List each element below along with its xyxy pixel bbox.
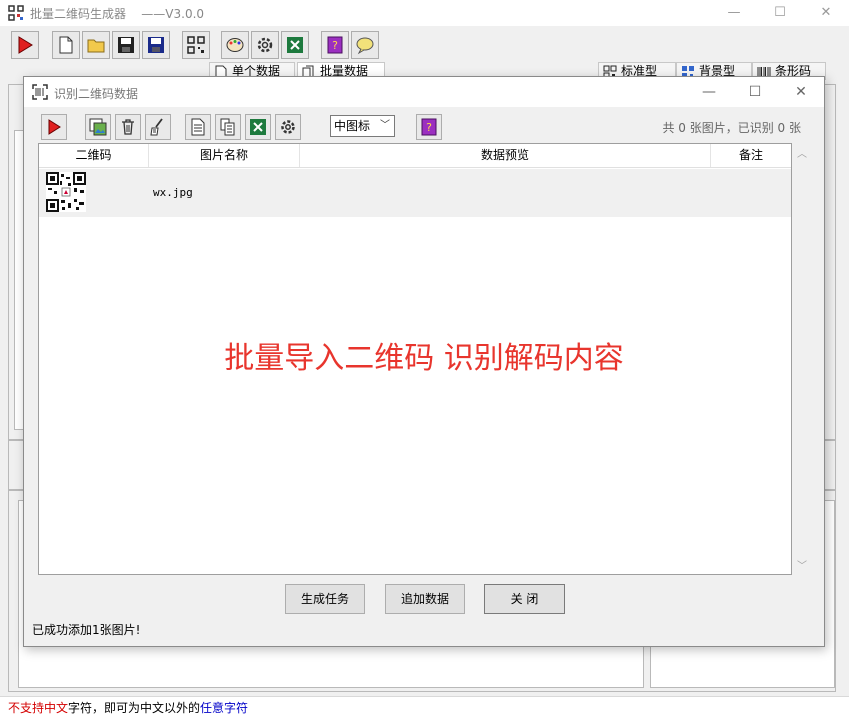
feedback-button[interactable] xyxy=(351,31,379,59)
excel-icon xyxy=(287,37,303,53)
main-toolbar: ? xyxy=(0,28,849,62)
excel-icon xyxy=(250,119,266,135)
copy-button[interactable] xyxy=(215,114,241,140)
svg-text:?: ? xyxy=(332,39,338,52)
column-header-note[interactable]: 备注 xyxy=(711,144,791,167)
column-header-qr[interactable]: 二维码 xyxy=(39,144,149,167)
column-header-preview[interactable]: 数据预览 xyxy=(300,144,711,167)
add-images-button[interactable] xyxy=(85,114,111,140)
maximize-button[interactable]: ☐ xyxy=(757,0,803,26)
save-icon xyxy=(118,37,134,53)
generate-task-button[interactable]: 生成任务 xyxy=(285,584,365,614)
minimize-button[interactable]: — xyxy=(711,0,757,26)
folder-icon xyxy=(87,39,105,53)
scan-icon xyxy=(32,84,48,100)
add-image-icon xyxy=(89,118,107,136)
help-button[interactable]: ? xyxy=(321,31,349,59)
chevron-down-icon: ﹀ xyxy=(380,120,390,131)
palette-button[interactable] xyxy=(221,31,249,59)
dialog-titlebar: 识别二维码数据 — ☐ ✕ xyxy=(24,77,824,107)
palette-icon xyxy=(226,38,244,52)
overlay-caption: 批量导入二维码 识别解码内容 xyxy=(224,341,624,376)
gear-icon xyxy=(257,37,273,53)
dialog-title: 识别二维码数据 xyxy=(54,87,139,101)
main-statusbar: 不支持中文字符，即可为中文以外的任意字符 xyxy=(0,696,849,726)
qr-encode-button[interactable] xyxy=(182,31,210,59)
view-text-button[interactable] xyxy=(185,114,211,140)
save-as-button[interactable] xyxy=(142,31,170,59)
main-titlebar: 批量二维码生成器 ——V3.0.0 — ☐ ✕ xyxy=(0,0,849,26)
start-recognize-button[interactable] xyxy=(41,114,67,140)
table-row[interactable]: wx.jpg xyxy=(39,169,791,217)
broom-icon xyxy=(150,118,163,136)
column-header-filename[interactable]: 图片名称 xyxy=(149,144,300,167)
help-book-icon: ? xyxy=(327,36,343,54)
save-button[interactable] xyxy=(112,31,140,59)
copy-icon xyxy=(220,118,235,136)
clear-button[interactable] xyxy=(145,114,171,140)
play-icon xyxy=(18,36,33,54)
close-dialog-button[interactable]: 关 闭 xyxy=(484,584,565,614)
dialog-help-button[interactable]: ? xyxy=(416,114,442,140)
grid-header: 二维码 图片名称 数据预览 备注 xyxy=(39,144,791,168)
append-data-button[interactable]: 追加数据 xyxy=(385,584,465,614)
status-text: 不支持中文字符，即可为中文以外的任意字符 xyxy=(8,701,249,715)
recognize-qr-dialog: 识别二维码数据 — ☐ ✕ 中图标 ﹀ ? 共 0 张图片，已识别 0 张 二维… xyxy=(23,76,825,647)
trash-icon xyxy=(122,119,134,135)
svg-text:?: ? xyxy=(426,121,432,134)
dialog-settings-button[interactable] xyxy=(275,114,301,140)
export-excel-button[interactable] xyxy=(245,114,271,140)
help-book-icon: ? xyxy=(421,118,437,136)
delete-button[interactable] xyxy=(115,114,141,140)
chat-bubble-icon xyxy=(356,37,374,55)
app-qr-icon xyxy=(8,5,24,21)
icon-size-select[interactable]: 中图标 ﹀ xyxy=(330,115,395,137)
document-icon xyxy=(191,118,205,136)
dialog-maximize-button[interactable]: ☐ xyxy=(732,77,778,107)
close-window-button[interactable]: ✕ xyxy=(803,0,849,26)
settings-button[interactable] xyxy=(251,31,279,59)
save-as-icon xyxy=(148,37,164,53)
new-file-icon xyxy=(59,36,73,54)
image-count-label: 共 0 张图片，已识别 0 张 xyxy=(662,121,801,135)
run-button[interactable] xyxy=(11,31,39,59)
dialog-close-button[interactable]: ✕ xyxy=(778,77,824,107)
scroll-up-icon[interactable]: ︿ xyxy=(794,145,810,160)
dialog-status-text: 已成功添加1张图片! xyxy=(32,623,141,637)
play-icon xyxy=(48,119,61,135)
gear-icon xyxy=(281,120,295,134)
row-filename: wx.jpg xyxy=(153,186,193,199)
scroll-down-icon[interactable]: ﹀ xyxy=(794,557,810,572)
open-button[interactable] xyxy=(82,31,110,59)
qr-code-icon xyxy=(187,36,205,54)
new-button[interactable] xyxy=(52,31,80,59)
dialog-minimize-button[interactable]: — xyxy=(686,77,732,107)
qr-thumbnail xyxy=(46,172,86,212)
main-title: 批量二维码生成器 ——V3.0.0 xyxy=(30,7,205,21)
excel-button[interactable] xyxy=(281,31,309,59)
